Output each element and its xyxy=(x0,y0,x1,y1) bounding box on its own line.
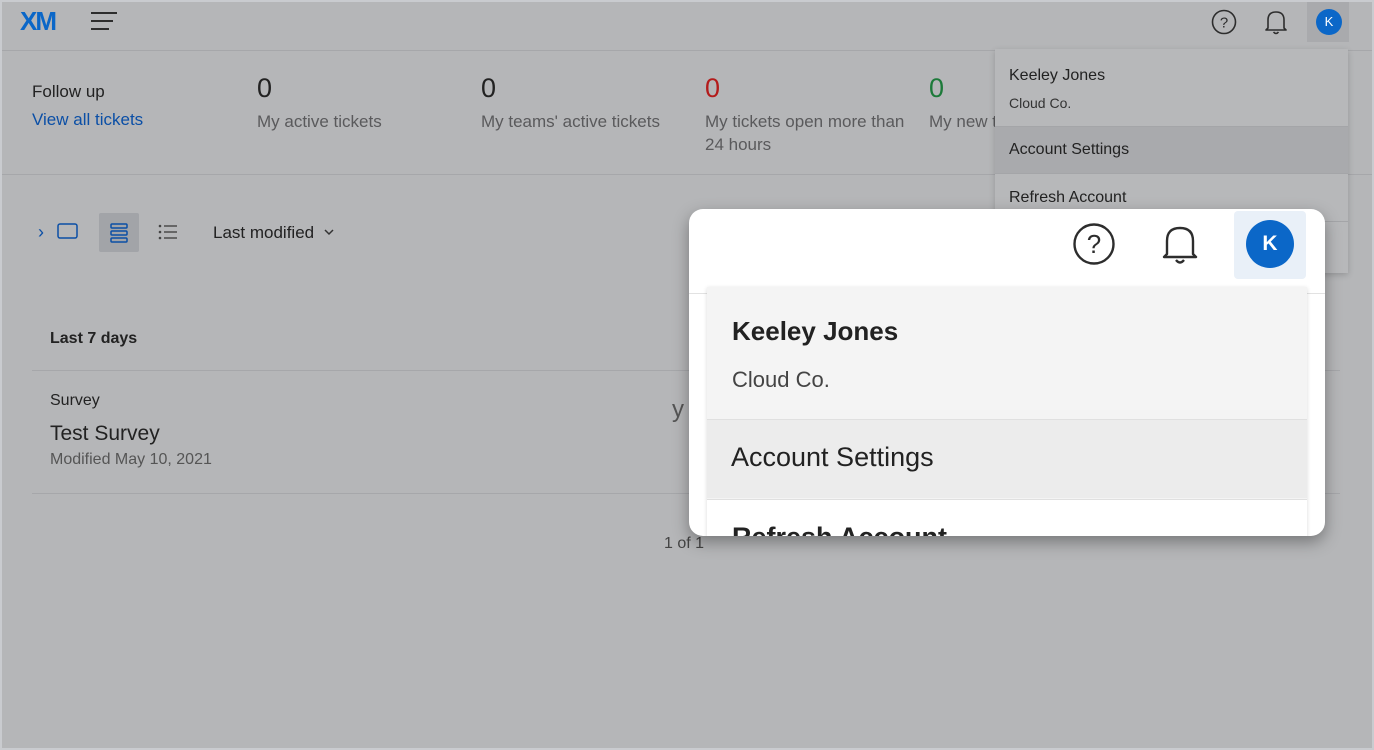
user-info: Keeley Jones Cloud Co. xyxy=(707,287,1307,420)
menu-icon[interactable] xyxy=(91,12,117,34)
user-name: Keeley Jones xyxy=(1009,67,1106,84)
group-header: Last 7 days xyxy=(50,330,138,347)
avatar-button[interactable]: K xyxy=(1307,2,1349,42)
divider xyxy=(995,173,1348,174)
menu-item-label: Account Settings xyxy=(731,442,934,472)
list-view-icon[interactable] xyxy=(157,223,179,241)
stat-value: 0 xyxy=(705,73,721,103)
account-settings-item[interactable]: Account Settings xyxy=(995,127,1348,173)
stat-label: My teams' active tickets xyxy=(481,112,660,131)
avatar-button[interactable]: K xyxy=(1234,211,1306,279)
project-name[interactable]: Test Survey xyxy=(50,422,160,446)
avatar: K xyxy=(1316,9,1342,35)
view-all-tickets-link[interactable]: View all tickets xyxy=(32,110,143,130)
avatar: K xyxy=(1246,220,1294,268)
account-settings-item[interactable]: Account Settings xyxy=(707,420,1307,498)
stat-label: My tickets open more than 24 hours xyxy=(705,112,905,154)
top-bar: XM ? K xyxy=(2,2,1372,51)
xm-logo[interactable]: XM xyxy=(20,6,57,37)
stat-my-active[interactable]: 0 My active tickets xyxy=(257,72,457,133)
user-org: Cloud Co. xyxy=(732,367,830,392)
zoom-account-menu: Keeley Jones Cloud Co. Account Settings … xyxy=(707,287,1307,536)
zoom-callout: ? K Keeley Jones Cloud Co. Account Setti… xyxy=(689,209,1325,536)
follow-up-label: Follow up xyxy=(32,82,105,101)
project-modified: Modified May 10, 2021 xyxy=(50,451,212,468)
user-org: Cloud Co. xyxy=(1009,95,1072,111)
chevron-down-icon[interactable] xyxy=(322,225,336,239)
user-name: Keeley Jones xyxy=(732,316,899,346)
refresh-account-item[interactable]: Refresh Account xyxy=(1009,189,1126,207)
chevron-right-icon[interactable]: › xyxy=(38,222,44,243)
project-type: Survey xyxy=(50,392,100,409)
pagination: 1 of 1 xyxy=(664,535,705,552)
card-view-icon xyxy=(110,223,128,243)
svg-text:?: ? xyxy=(1220,15,1228,32)
notification-bell-icon[interactable] xyxy=(1160,222,1200,266)
card-view-button[interactable] xyxy=(99,213,139,252)
stat-value: 0 xyxy=(257,73,273,103)
menu-item-label: Refresh Account xyxy=(732,522,947,536)
stat-open-24h[interactable]: 0 My tickets open more than 24 hours xyxy=(705,72,905,156)
help-icon[interactable]: ? xyxy=(1072,222,1116,266)
stat-label: My active tickets xyxy=(257,112,382,131)
stat-value: 0 xyxy=(481,73,497,103)
app-window: XM ? K Follow up View all tickets 0 My a… xyxy=(0,0,1374,750)
folder-icon[interactable] xyxy=(57,222,79,240)
refresh-account-item[interactable]: Refresh Account xyxy=(707,499,1307,536)
zoom-header: ? K xyxy=(689,209,1325,294)
notification-bell-icon[interactable] xyxy=(1264,8,1288,36)
menu-item-label: Account Settings xyxy=(1009,141,1130,158)
svg-text:?: ? xyxy=(1087,229,1101,259)
stat-teams-active[interactable]: 0 My teams' active tickets xyxy=(481,72,681,133)
sort-dropdown[interactable]: Last modified xyxy=(213,223,314,243)
help-icon[interactable]: ? xyxy=(1210,8,1238,36)
